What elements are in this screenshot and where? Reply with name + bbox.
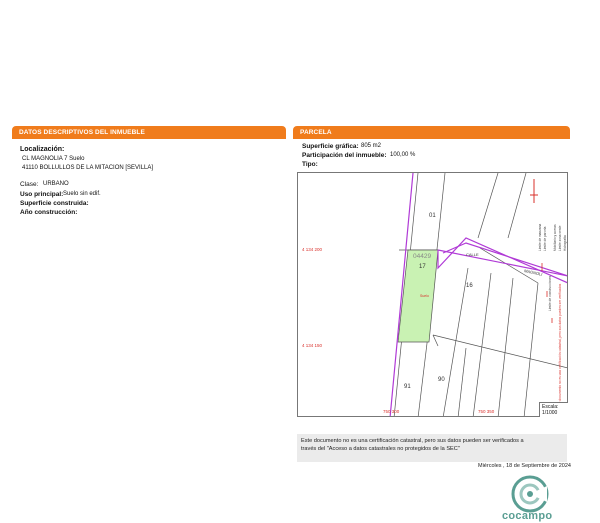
date-text: Miércoles , 18 de Septiembre de 2024: [478, 463, 571, 469]
parcel-number-90: 90: [438, 377, 445, 383]
participacion-label: Participación del inmueble:: [302, 152, 387, 159]
block-code: 04429: [413, 253, 431, 260]
participacion-value: 100,00 %: [390, 152, 416, 158]
north-marker: [530, 179, 538, 203]
scale-value: 1/1000: [542, 410, 558, 416]
localizacion-label: Localización:: [20, 146, 65, 153]
coord-x-left: 750 300: [383, 409, 400, 414]
legend-item-2: Límite de construcciones: [548, 275, 552, 311]
ano-construccion-label: Año construcción:: [20, 209, 78, 216]
legend-item-3: Mobiliario y aceras: [553, 224, 557, 251]
legend-item-1: Límite de parcela: [543, 226, 547, 251]
section-header-parcela: PARCELA: [293, 126, 570, 138]
uso-principal-label: Uso principal:: [20, 191, 64, 198]
tipo-label: Tipo:: [302, 161, 318, 168]
address-line-2: 41110 BOLLULLOS DE LA MITACION [SEVILLA]: [22, 165, 154, 171]
cadastral-map[interactable]: 01 04429 17 16 91 90 CALLE MAGNOLI Suelo…: [297, 172, 568, 417]
notice-box: Este documento no es una certificación c…: [297, 434, 567, 462]
clase-value: URBANO: [43, 181, 69, 187]
uso-principal-value: Suelo sin edif.: [63, 191, 101, 197]
coord-x-right: 750 350: [478, 409, 495, 414]
notice-line-2: través del "Acceso a datos catastrales n…: [301, 446, 460, 452]
street-label-magnolia: MAGNOLI: [524, 268, 543, 277]
superficie-grafica-label: Superficie gráfica:: [302, 143, 359, 150]
legend-note: Este documento no es una certificación c…: [558, 283, 562, 408]
clase-label: Clase:: [20, 181, 39, 188]
divider: [293, 138, 570, 139]
parcel-number-91: 91: [404, 384, 411, 390]
legend-item-5: Hidrografía: [563, 235, 567, 251]
coord-y-bottom: 4 134 150: [302, 343, 323, 348]
notice-line-1: Este documento no es una certificación c…: [301, 438, 524, 444]
address-line-1: CL MAGNOLIA 7 Suelo: [22, 156, 85, 162]
parcel-number-01: 01: [429, 213, 436, 219]
parcel-tag: Suelo: [420, 294, 429, 298]
parcel-number-17: 17: [419, 264, 426, 270]
street-label-calle: CALLE: [466, 252, 479, 257]
cadastral-map-svg: 01 04429 17 16 91 90 CALLE MAGNOLI Suelo…: [302, 173, 567, 416]
superficie-construida-label: Superficie construida:: [20, 200, 89, 207]
legend-item-4: Límite zona verde: [558, 225, 562, 251]
divider: [12, 138, 286, 139]
legend-item-0: Límite de manzana: [538, 224, 542, 251]
parcel-number-16: 16: [466, 283, 473, 289]
superficie-grafica-value: 805 m2: [361, 143, 382, 149]
scale-box: Escala: 1/1000: [539, 402, 568, 417]
section-header-datos: DATOS DESCRIPTIVOS DEL INMUEBLE: [12, 126, 286, 138]
cocampo-logo-text: cocampo: [502, 510, 553, 522]
coord-y-top: 4 134 200: [302, 247, 323, 252]
